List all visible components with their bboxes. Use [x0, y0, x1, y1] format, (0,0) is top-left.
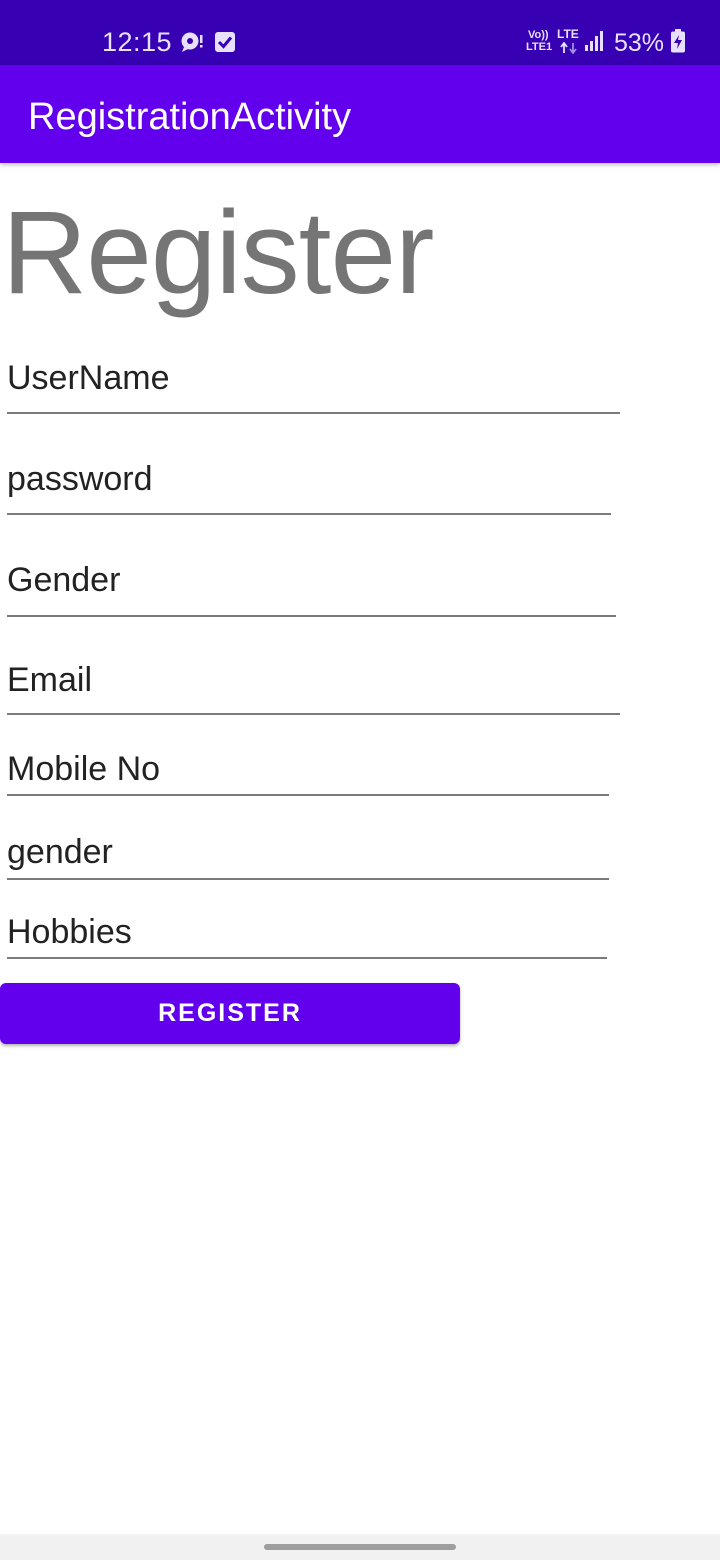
hobbies-placeholder: Hobbies: [7, 913, 132, 951]
password-placeholder: password: [7, 460, 153, 498]
navigation-bar: [0, 1534, 720, 1560]
gender-secondary-placeholder: gender: [7, 833, 113, 871]
username-field[interactable]: UserName: [7, 350, 620, 414]
app-title: RegistrationActivity: [28, 96, 352, 138]
gender-field[interactable]: Gender: [7, 552, 616, 617]
battery-charging-icon: [670, 29, 686, 58]
lte-icon: LTE: [557, 28, 581, 56]
signal-icon: [584, 30, 606, 57]
volte-icon: Vo)) LTE1: [526, 29, 556, 55]
gender-placeholder: Gender: [7, 561, 121, 599]
chat-bubble-icon: [180, 31, 204, 58]
status-time: 12:15: [102, 27, 173, 57]
status-bar: 12:15 Vo)) LTE1 LTE 53%: [0, 0, 720, 65]
mobile-field[interactable]: Mobile No: [7, 742, 609, 796]
username-placeholder: UserName: [7, 359, 170, 397]
password-field[interactable]: password: [7, 451, 611, 515]
volte-label: Vo)): [528, 29, 549, 41]
email-placeholder: Email: [7, 661, 93, 699]
lte1-label: LTE1: [526, 41, 553, 53]
register-button[interactable]: REGISTER: [0, 983, 460, 1044]
page-heading: Register: [2, 187, 434, 319]
email-field[interactable]: Email: [7, 652, 620, 715]
checkbox-icon: [214, 31, 236, 58]
hobbies-field[interactable]: Hobbies: [7, 905, 607, 959]
home-handle[interactable]: [264, 1544, 456, 1550]
mobile-placeholder: Mobile No: [7, 750, 161, 788]
app-bar: RegistrationActivity: [0, 65, 720, 163]
gender-secondary-field[interactable]: gender: [7, 825, 609, 880]
lte-label: LTE: [557, 27, 579, 41]
battery-percent: 53%: [614, 29, 665, 57]
